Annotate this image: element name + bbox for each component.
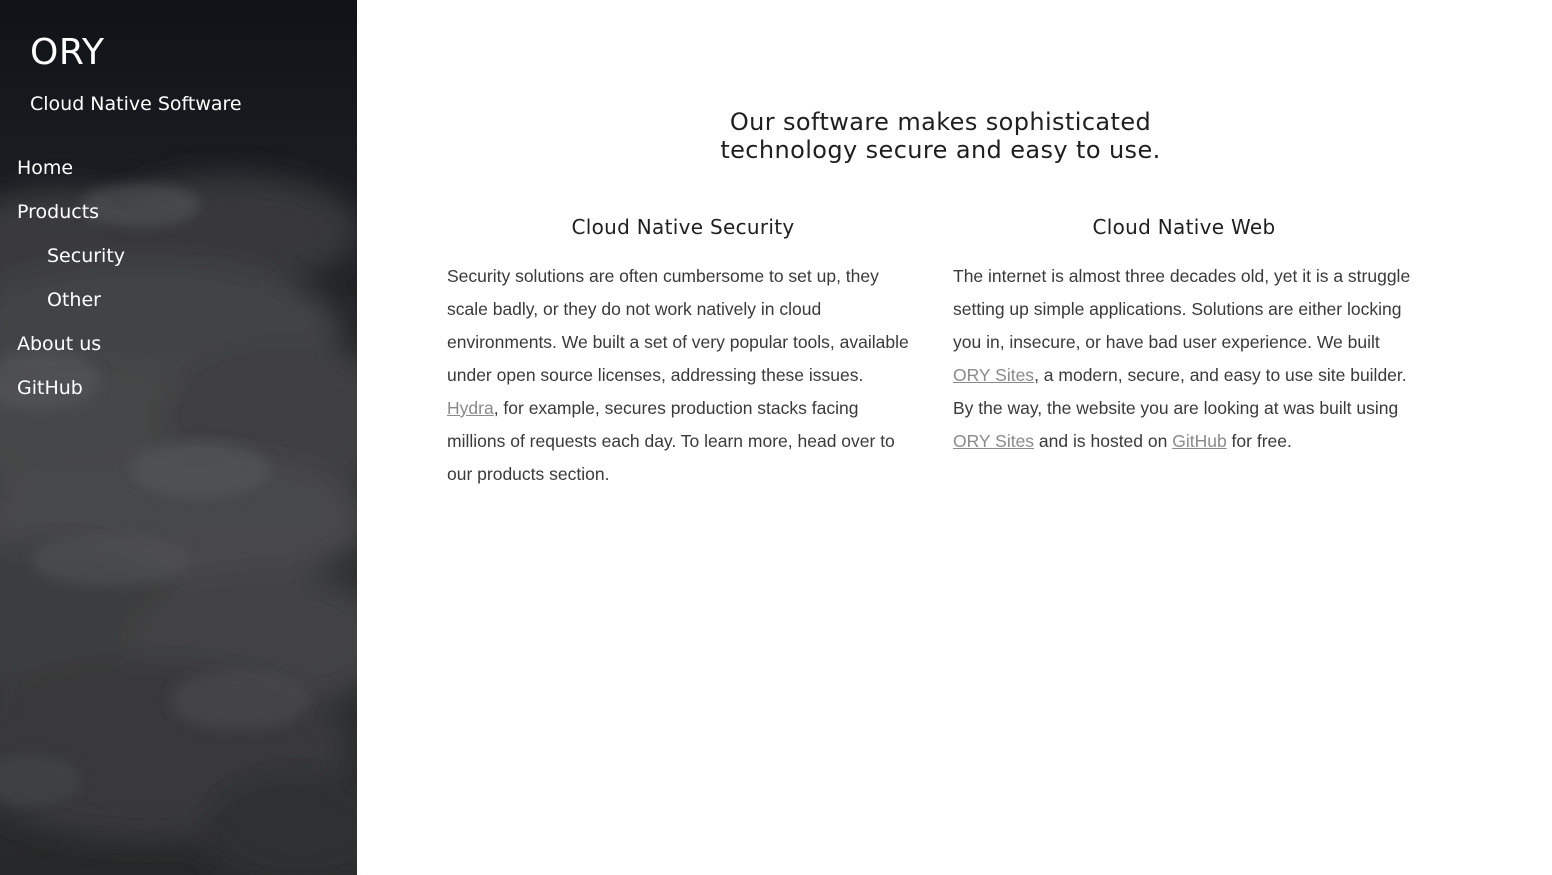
page: ORY Cloud Native Software Home Products …	[0, 0, 1552, 875]
tagline-line-2: technology secure and easy to use.	[720, 136, 1161, 164]
brand-title[interactable]: ORY	[30, 32, 105, 73]
tagline: Our software makes sophisticated technol…	[357, 108, 1524, 164]
security-section: Cloud Native Security Security solutions…	[447, 212, 919, 491]
web-heading: Cloud Native Web	[1092, 215, 1276, 239]
hydra-link[interactable]: Hydra	[447, 398, 494, 418]
nav-item-other[interactable]: Other	[17, 282, 125, 326]
nav-item-about-us[interactable]: About us	[17, 326, 125, 370]
web-text-part-3: and is hosted on	[1034, 431, 1173, 451]
nav-item-home[interactable]: Home	[17, 150, 125, 194]
tagline-line-1: Our software makes sophisticated	[729, 108, 1152, 136]
security-text-part-1: Security solutions are often cumbersome …	[447, 266, 909, 385]
clouds-background-image	[0, 175, 357, 875]
security-text-part-2: , for example, secures production stacks…	[447, 398, 895, 484]
brand-subtitle: Cloud Native Software	[30, 93, 242, 115]
web-text-part-1: The internet is almost three decades old…	[953, 266, 1411, 352]
sidebar-nav: Home Products Security Other About us Gi…	[17, 150, 125, 414]
nav-item-security[interactable]: Security	[17, 238, 125, 282]
sidebar: ORY Cloud Native Software Home Products …	[0, 0, 357, 875]
security-text: Security solutions are often cumbersome …	[447, 260, 919, 491]
main-content: Our software makes sophisticated technol…	[357, 0, 1552, 875]
ory-sites-link[interactable]: ORY Sites	[953, 365, 1034, 385]
nav-item-github[interactable]: GitHub	[17, 370, 125, 414]
nav-item-products[interactable]: Products	[17, 194, 125, 238]
github-link[interactable]: GitHub	[1172, 431, 1226, 451]
web-text: The internet is almost three decades old…	[953, 260, 1415, 458]
web-text-part-4: for free.	[1226, 431, 1292, 451]
security-heading: Cloud Native Security	[571, 215, 795, 239]
web-section: Cloud Native Web The internet is almost …	[953, 212, 1415, 458]
ory-sites-link-2[interactable]: ORY Sites	[953, 431, 1034, 451]
